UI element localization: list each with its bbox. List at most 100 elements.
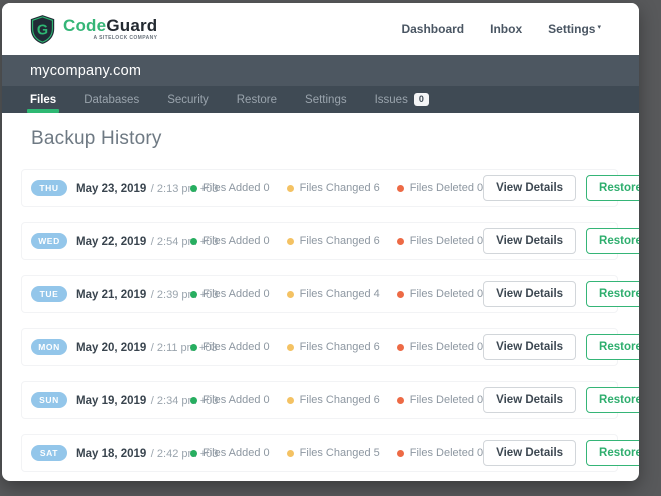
row-actions: View Details Restore Options [483,334,639,360]
backup-row: SUN May 19, 2019 / 2:34 pm +03 Files Add… [21,381,639,419]
backup-date: May 20, 2019 [76,342,147,354]
backup-list: THU May 23, 2019 / 2:13 pm +03 Files Add… [21,169,639,472]
files-added-dot-icon [190,449,197,457]
backup-stats: Files Added 0 Files Changed 6 Files Dele… [190,341,483,353]
logo-guard-text: Guard [106,16,158,35]
files-changed-label: Files Changed 6 [299,394,380,406]
tab-label: Settings [305,93,347,106]
restore-options-button[interactable]: Restore Options [586,440,639,466]
files-deleted-dot-icon [396,396,404,404]
tab-databases[interactable]: Databases [84,86,139,113]
backup-stats: Files Added 0 Files Changed 6 Files Dele… [190,182,483,194]
files-changed-label: Files Changed 6 [299,235,380,247]
stat-files-changed: Files Changed 6 [286,394,380,406]
backup-row: SAT May 18, 2019 / 2:42 pm +03 Files Add… [21,434,639,472]
backup-row: THU May 23, 2019 / 2:13 pm +03 Files Add… [21,169,639,207]
files-changed-dot-icon [286,237,294,245]
shield-logo-icon: G [30,14,55,44]
tab-issues[interactable]: Issues 0 [375,86,429,113]
files-added-label: Files Added 0 [203,341,270,353]
nav-item-inbox[interactable]: Inbox [490,22,522,36]
codeguard-logo[interactable]: G CodeGuard A SITELOCK COMPANY [29,14,157,45]
files-added-dot-icon [190,290,197,298]
restore-options-button[interactable]: Restore Options [586,387,639,413]
files-deleted-label: Files Deleted 0 [409,341,484,353]
restore-options-button[interactable]: Restore Options [586,175,639,201]
svg-text:G: G [37,22,48,38]
tab-bar: Files Databases Security Restore Setting… [2,86,639,113]
tab-label: Files [30,93,57,106]
nav-item-settings[interactable]: Settings ▾ [548,22,601,36]
files-added-label: Files Added 0 [203,288,270,300]
tab-files[interactable]: Files [26,86,60,113]
files-deleted-dot-icon [396,237,404,245]
view-details-button[interactable]: View Details [483,334,577,360]
backup-date: May 23, 2019 [76,183,147,195]
row-actions: View Details Restore Options [483,228,639,254]
files-changed-dot-icon [286,343,294,351]
files-added-dot-icon [190,237,197,245]
backup-stats: Files Added 0 Files Changed 5 Files Dele… [190,447,483,459]
backup-stats: Files Added 0 Files Changed 6 Files Dele… [190,235,483,247]
backup-date: May 21, 2019 [76,289,147,301]
tab-label: Security [167,93,209,106]
files-changed-label: Files Changed 6 [299,182,380,194]
files-changed-label: Files Changed 4 [299,288,380,300]
stat-files-added: Files Added 0 [190,341,270,353]
stat-files-deleted: Files Deleted 0 [396,447,483,459]
day-badge: TUE [31,286,67,302]
files-added-dot-icon [190,396,197,404]
files-added-label: Files Added 0 [203,394,270,406]
stat-files-deleted: Files Deleted 0 [396,182,484,194]
tab-settings[interactable]: Settings [305,86,347,113]
restore-options-button[interactable]: Restore Options [586,228,639,254]
stat-files-changed: Files Changed 6 [286,235,380,247]
day-badge: WED [31,233,67,249]
files-deleted-label: Files Deleted 0 [409,235,484,247]
backup-date: May 22, 2019 [76,236,147,248]
files-added-dot-icon [190,184,197,192]
files-deleted-label: Files Deleted 0 [409,182,484,194]
nav-item-dashboard[interactable]: Dashboard [401,22,464,36]
row-actions: View Details Restore Options [483,440,639,466]
view-details-button[interactable]: View Details [483,281,577,307]
view-details-button[interactable]: View Details [483,175,577,201]
backup-stats: Files Added 0 Files Changed 4 Files Dele… [190,288,483,300]
day-badge: MON [31,339,67,355]
stat-files-changed: Files Changed 5 [286,447,380,459]
main-content: Backup History THU May 23, 2019 / 2:13 p… [2,128,639,472]
site-domain: mycompany.com [30,62,142,79]
stat-files-deleted: Files Deleted 0 [396,235,484,247]
files-added-label: Files Added 0 [203,235,270,247]
logo-code-text: Code [63,16,107,35]
backup-row: TUE May 21, 2019 / 2:39 pm +03 Files Add… [21,275,639,313]
files-deleted-label: Files Deleted 0 [409,288,484,300]
backup-datetime: May 20, 2019 / 2:11 pm +03 [76,338,218,356]
restore-options-button[interactable]: Restore Options [586,281,639,307]
restore-options-button[interactable]: Restore Options [586,334,639,360]
app-window: G CodeGuard A SITELOCK COMPANY Dashboard… [2,3,639,481]
view-details-button[interactable]: View Details [483,387,577,413]
page-title: Backup History [31,128,162,149]
tab-label: Databases [84,93,140,106]
stat-files-deleted: Files Deleted 0 [396,341,484,353]
files-changed-label: Files Changed 5 [299,447,380,459]
tab-label: Restore [236,93,278,106]
stat-files-changed: Files Changed 4 [286,288,380,300]
nav-item-label: Dashboard [401,22,465,36]
files-added-label: Files Added 0 [203,447,270,459]
tab-restore[interactable]: Restore [237,86,277,113]
backup-datetime: May 21, 2019 / 2:39 pm +03 [76,285,218,303]
stat-files-deleted: Files Deleted 0 [396,288,484,300]
view-details-button[interactable]: View Details [483,228,577,254]
view-details-button[interactable]: View Details [483,440,577,466]
tab-issues-count-badge: 0 [413,93,429,106]
files-added-label: Files Added 0 [203,182,270,194]
files-deleted-dot-icon [396,184,404,192]
tab-security[interactable]: Security [167,86,209,113]
files-deleted-dot-icon [396,290,404,298]
backup-datetime: May 18, 2019 / 2:42 pm +03 [76,444,218,462]
backup-datetime: May 23, 2019 / 2:13 pm +03 [76,179,218,197]
chevron-down-icon: ▾ [597,24,601,31]
stat-files-deleted: Files Deleted 0 [396,394,483,406]
